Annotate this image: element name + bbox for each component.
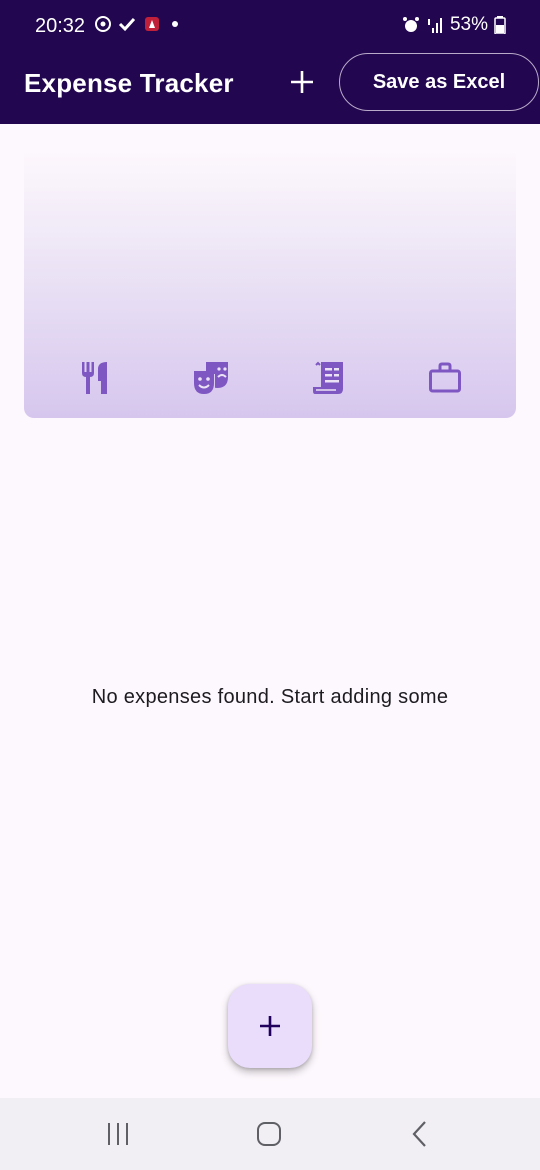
battery-percent: 53%: [449, 14, 488, 35]
home-button[interactable]: [249, 1116, 289, 1152]
page-title: Expense Tracker: [24, 68, 234, 98]
dot-icon: [172, 21, 178, 27]
plus-icon: [291, 71, 313, 93]
sync-icon: [95, 16, 111, 32]
check-icon: [118, 17, 136, 32]
back-button[interactable]: [400, 1116, 440, 1152]
receipt-icon: [313, 361, 343, 394]
category-leisure: [191, 358, 231, 398]
expense-chart: [24, 150, 516, 418]
home-icon: [257, 1122, 281, 1146]
empty-state-message: No expenses found. Start adding some: [91, 686, 449, 708]
status-bar: 20:32 53%: [0, 0, 540, 52]
recents-icon: [108, 1123, 128, 1145]
screen: 20:32 53% Expense Tracker Save as Excel …: [0, 0, 540, 1170]
signal-icon: [427, 18, 442, 33]
save-as-excel-button[interactable]: Save as Excel: [339, 53, 539, 111]
app-bar: Expense Tracker Save as Excel: [0, 52, 540, 124]
back-icon: [412, 1121, 426, 1147]
add-expense-button[interactable]: [284, 64, 320, 100]
status-right: 53%: [402, 14, 506, 36]
status-time: 20:32: [35, 15, 86, 37]
category-food: [75, 358, 115, 398]
fork-knife-icon: [82, 362, 107, 394]
battery-icon: [494, 16, 506, 34]
notification-icons: [94, 14, 182, 34]
briefcase-icon: [429, 362, 461, 393]
app-notification-icon: [145, 17, 159, 31]
add-expense-fab[interactable]: [228, 984, 312, 1068]
category-work: [425, 358, 465, 398]
recents-button[interactable]: [98, 1116, 138, 1152]
theater-masks-icon: [194, 362, 228, 394]
alarm-icon: [402, 17, 419, 32]
category-bills: [309, 358, 349, 398]
category-icons: [24, 358, 516, 398]
plus-icon: [260, 1016, 280, 1036]
system-nav-bar: [0, 1098, 540, 1170]
